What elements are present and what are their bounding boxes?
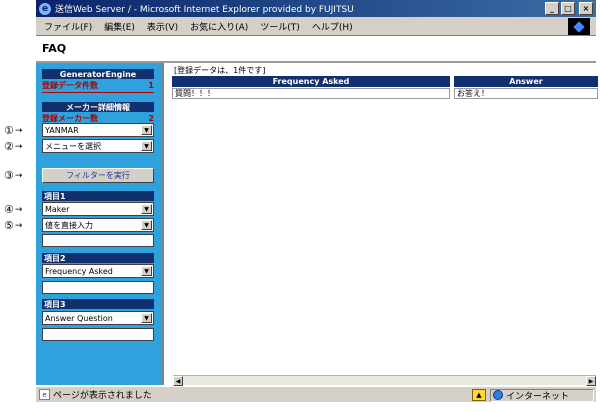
zone-label: インターネット: [506, 391, 570, 402]
menu-file[interactable]: ファイル(F): [44, 20, 92, 33]
status-text: ページが表示されました: [53, 391, 152, 401]
arrow-right-icon: →: [14, 125, 23, 136]
maximize-button[interactable]: □: [561, 2, 575, 15]
sidebar: GeneratorEngine 登録データ件数 1 メーカー詳細情報 登録メーカ…: [36, 63, 162, 385]
horizontal-scrollbar[interactable]: ◀ ▶: [173, 375, 596, 386]
menu-view[interactable]: 表示(V): [147, 20, 178, 33]
scroll-left-icon[interactable]: ◀: [173, 376, 183, 386]
maker-select[interactable]: YANMAR ▼: [42, 123, 154, 137]
menu-select-value: メニューを選択: [45, 141, 101, 151]
callout-number: ③: [4, 169, 14, 182]
page-header: FAQ: [36, 36, 596, 63]
chevron-down-icon[interactable]: ▼: [141, 266, 152, 276]
menu-bar: ファイル(F) 編集(E) 表示(V) お気に入り(A) ツール(T) ヘルプ(…: [36, 17, 596, 36]
minimize-button[interactable]: _: [545, 2, 559, 15]
registered-makers-label: 登録メーカー数: [42, 113, 98, 123]
status-bar: e ページが表示されました ▲ インターネット: [36, 386, 596, 402]
record-count-text: [登録データは、1件です]: [174, 66, 266, 75]
item1-mode-value: 値を直接入力: [45, 220, 93, 230]
callout-1: ① →: [4, 124, 22, 137]
arrow-right-icon: →: [14, 141, 23, 152]
arrow-right-icon: →: [14, 220, 23, 231]
status-zone: ▲ インターネット: [472, 388, 594, 402]
callout-5: ⑤ →: [4, 219, 22, 232]
chevron-down-icon[interactable]: ▼: [141, 313, 152, 323]
close-button[interactable]: ×: [579, 2, 593, 15]
internet-zone: インターネット: [490, 388, 594, 402]
column-header-answer: Answer: [454, 76, 598, 87]
filter-button[interactable]: フィルターを実行: [42, 168, 154, 183]
window-titlebar: e 送信Web Server / - Microsoft Internet Ex…: [36, 0, 596, 17]
chevron-down-icon[interactable]: ▼: [141, 141, 152, 151]
item3-field-value: Answer Question: [45, 313, 113, 323]
item2-field-value: Frequency Asked: [45, 266, 113, 276]
window-controls: _ □ ×: [545, 2, 593, 15]
engine-header: GeneratorEngine: [42, 69, 154, 79]
item3-value-input[interactable]: [42, 328, 154, 341]
registered-data-label: 登録データ件数: [42, 80, 98, 90]
windows-throbber-icon: [568, 18, 590, 35]
item1-field-value: Maker: [45, 204, 70, 214]
arrow-right-icon: →: [14, 170, 23, 181]
ie-logo-icon: e: [39, 2, 51, 15]
registered-data-value: 1: [148, 80, 154, 90]
chevron-down-icon[interactable]: ▼: [141, 204, 152, 214]
maker-select-value: YANMAR: [45, 125, 79, 135]
registered-makers-row: 登録メーカー数 2: [42, 113, 154, 123]
main-content: [登録データは、1件です] Frequency Asked Answer 質問！…: [162, 63, 598, 385]
callout-number: ④: [4, 203, 14, 216]
callout-2: ② →: [4, 140, 22, 153]
menu-edit[interactable]: 編集(E): [104, 20, 135, 33]
item1-field-select[interactable]: Maker ▼: [42, 202, 154, 216]
scroll-right-icon[interactable]: ▶: [586, 376, 596, 386]
registered-makers-value: 2: [148, 113, 154, 123]
window-title: 送信Web Server / - Microsoft Internet Expl…: [55, 5, 354, 15]
divider: [42, 92, 154, 93]
page-done-icon: e: [39, 389, 50, 400]
chevron-down-icon[interactable]: ▼: [141, 220, 152, 230]
callout-number: ⑤: [4, 219, 14, 232]
globe-icon: [493, 390, 503, 400]
item3-header: 項目3: [42, 299, 154, 309]
item1-mode-select[interactable]: 値を直接入力 ▼: [42, 218, 154, 232]
menu-select[interactable]: メニューを選択 ▼: [42, 139, 154, 153]
callout-4: ④ →: [4, 203, 22, 216]
menu-help[interactable]: ヘルプ(H): [312, 20, 353, 33]
item1-header: 項目1: [42, 191, 154, 201]
registered-data-row: 登録データ件数 1: [42, 80, 154, 90]
item2-header: 項目2: [42, 253, 154, 263]
table-cell-answer: お答え！: [454, 88, 598, 99]
menu-favorites[interactable]: お気に入り(A): [190, 20, 248, 33]
item2-value-input[interactable]: [42, 281, 154, 294]
item3-field-select[interactable]: Answer Question ▼: [42, 311, 154, 325]
item2-field-select[interactable]: Frequency Asked ▼: [42, 264, 154, 278]
table-cell-question: 質問！！！: [172, 88, 450, 99]
lock-icon: ▲: [472, 389, 486, 401]
callout-3: ③ →: [4, 169, 22, 182]
page-title: FAQ: [42, 42, 67, 55]
item1-value-input[interactable]: [42, 234, 154, 247]
callout-number: ①: [4, 124, 14, 137]
arrow-right-icon: →: [14, 204, 23, 215]
menu-tools[interactable]: ツール(T): [260, 20, 300, 33]
column-header-frequency: Frequency Asked: [172, 76, 450, 87]
maker-header: メーカー詳細情報: [42, 102, 154, 112]
callout-number: ②: [4, 140, 14, 153]
chevron-down-icon[interactable]: ▼: [141, 125, 152, 135]
